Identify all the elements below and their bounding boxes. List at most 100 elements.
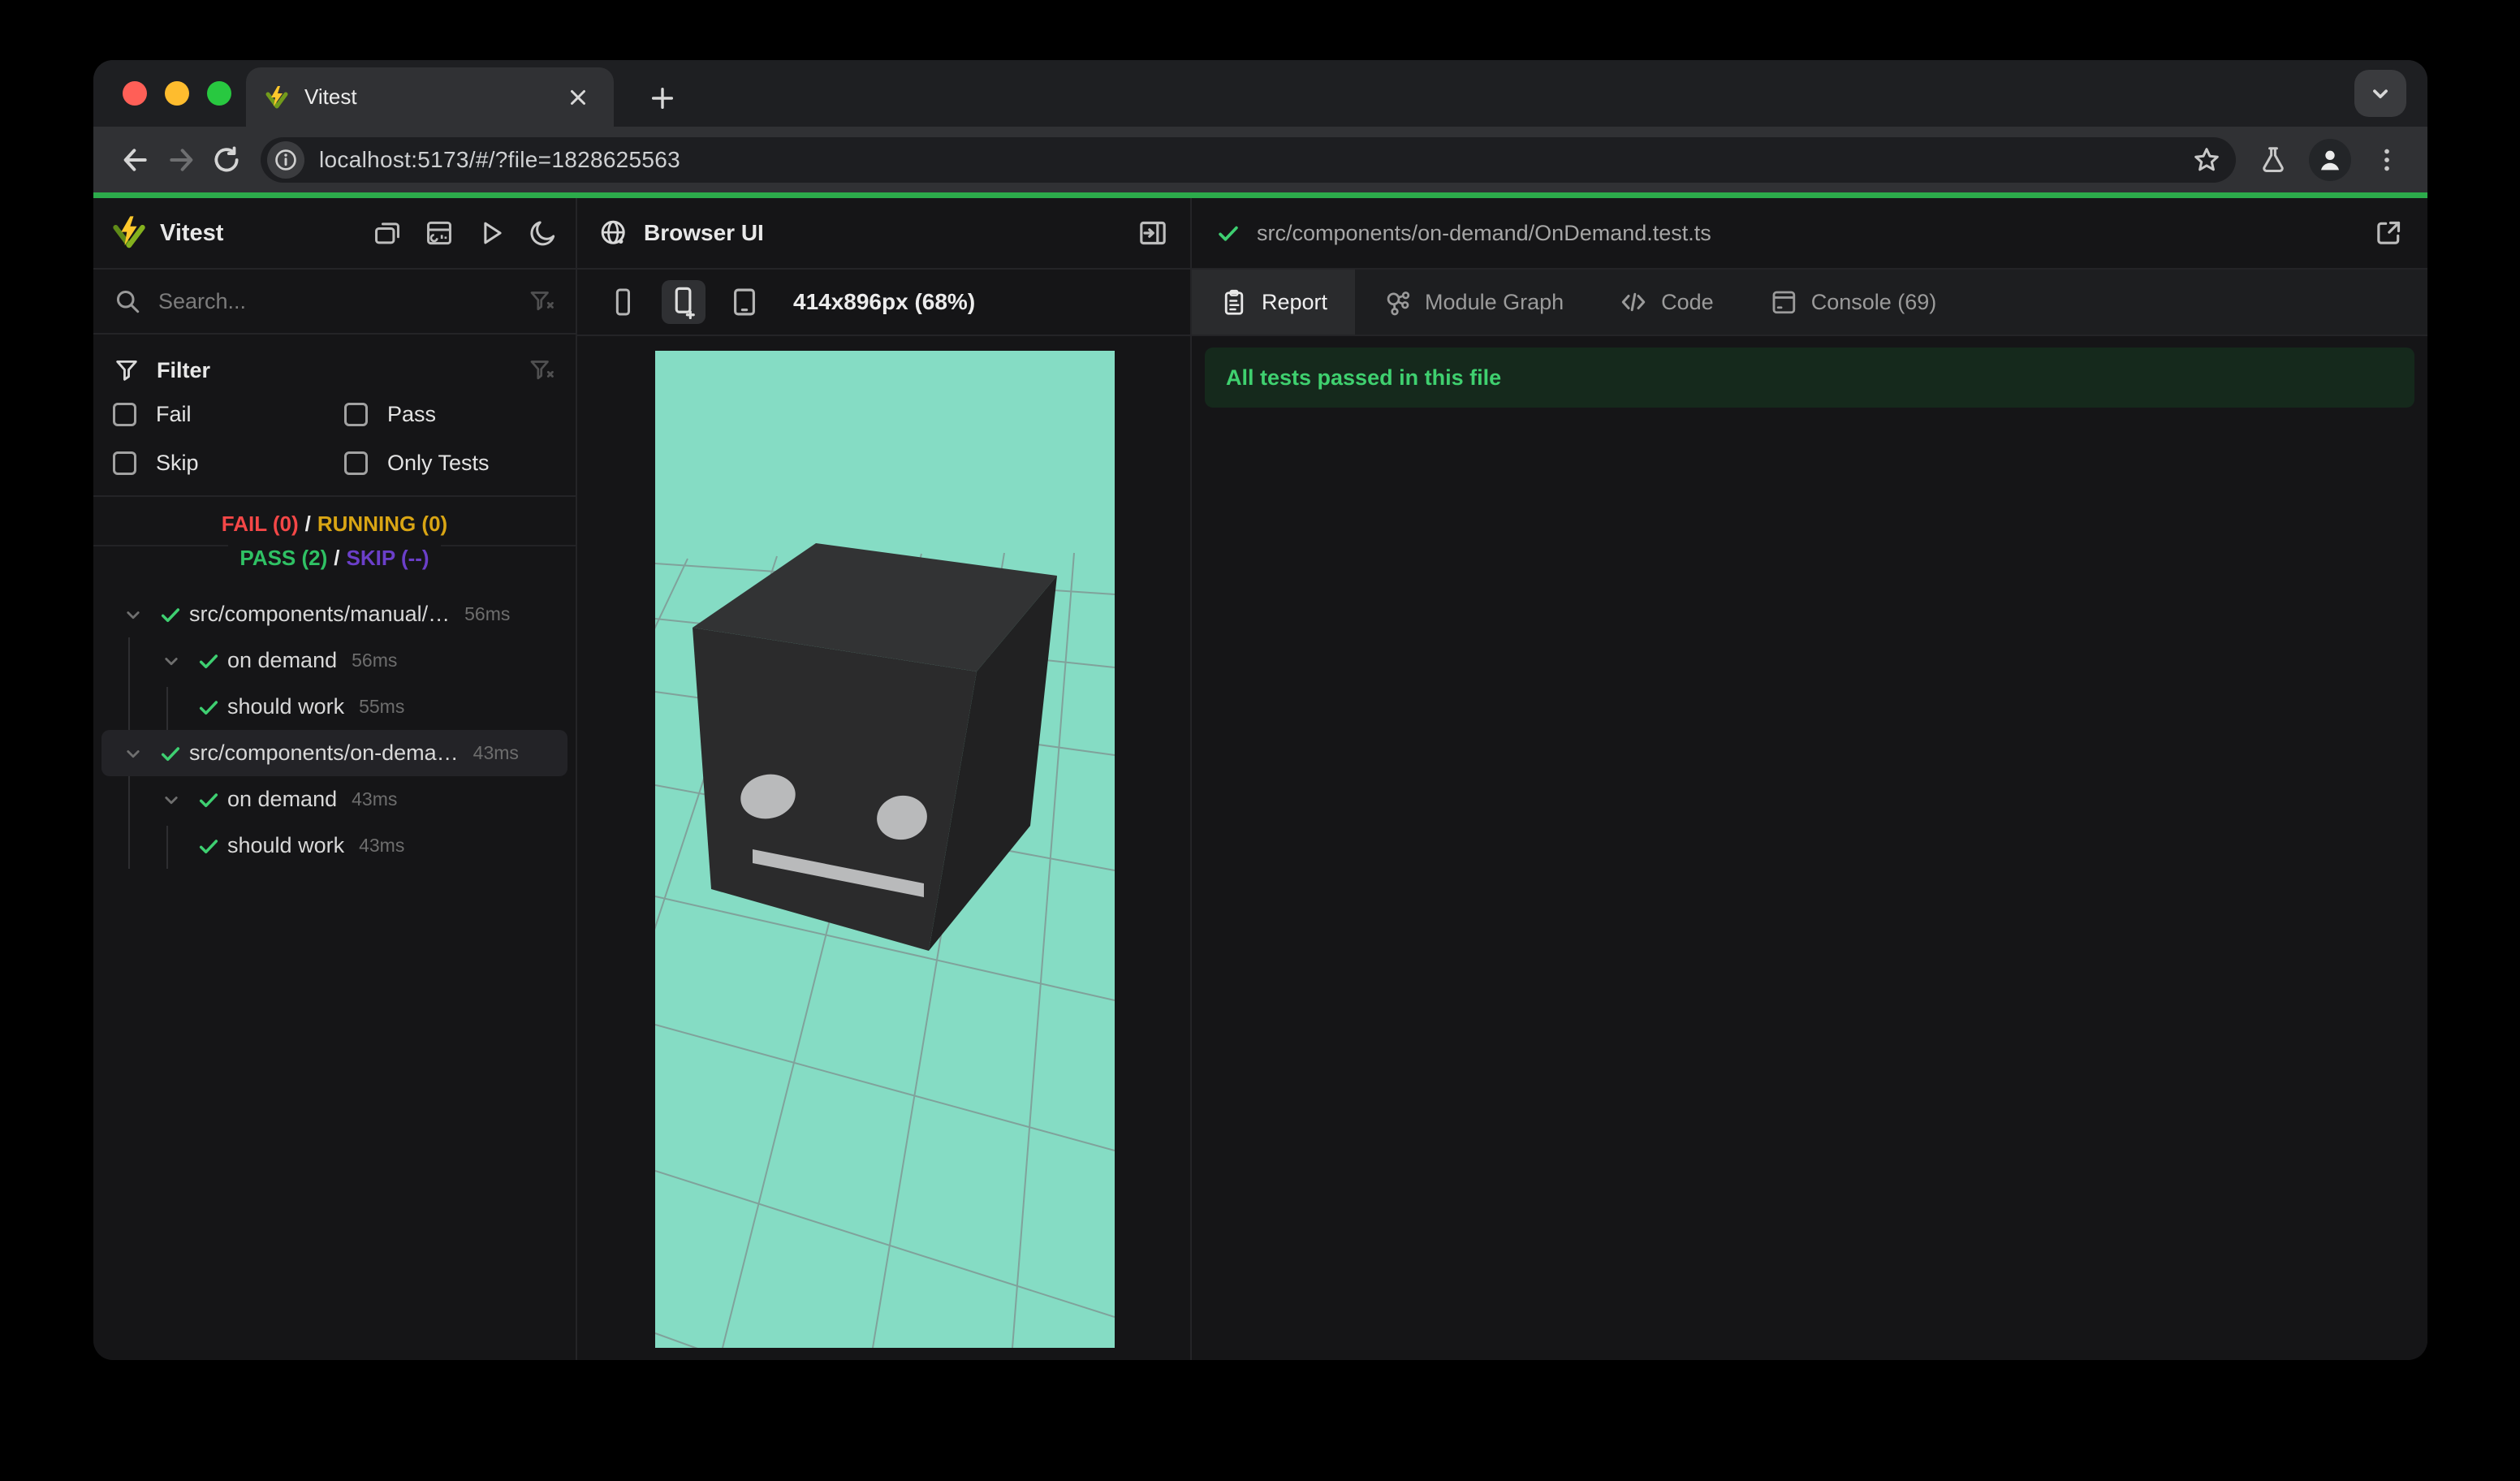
- minimize-window-button[interactable]: [165, 81, 189, 106]
- device-phone-icon[interactable]: [605, 284, 641, 320]
- menu-kebab-icon[interactable]: [2366, 139, 2408, 181]
- test-tree: src/components/manual/… 56ms on demand 5…: [93, 586, 576, 1360]
- clipboard-icon: [1219, 287, 1249, 317]
- browser-window: Vitest localhost:5173/#/?file=1828625563: [93, 60, 2427, 1360]
- test-duration: 43ms: [359, 835, 405, 856]
- tab-report[interactable]: Report: [1192, 270, 1356, 335]
- dashboard-icon[interactable]: [423, 217, 455, 249]
- console-icon: [1769, 287, 1798, 317]
- report-panel: src/components/on-demand/OnDemand.test.t…: [1192, 198, 2427, 1360]
- close-window-button[interactable]: [123, 81, 147, 106]
- pass-check-icon: [152, 737, 189, 770]
- device-phone-plus-selected[interactable]: [662, 280, 706, 324]
- checkbox-icon[interactable]: [344, 451, 368, 475]
- file-header: src/components/on-demand/OnDemand.test.t…: [1192, 198, 2427, 270]
- sidebar: Vitest Search... Filter Fail Pass Skip O…: [93, 198, 577, 1360]
- titlebar: Vitest: [93, 60, 2427, 127]
- filter-checkbox-pass[interactable]: Pass: [344, 390, 556, 438]
- tab-label: Console (69): [1810, 289, 1937, 314]
- dock-panel-right-icon[interactable]: [1137, 217, 1169, 249]
- filter-checkbox-only-tests[interactable]: Only Tests: [344, 438, 556, 487]
- url-text[interactable]: localhost:5173/#/?file=1828625563: [319, 147, 680, 173]
- tab-code[interactable]: Code: [1591, 270, 1741, 335]
- test-tree-row-file[interactable]: src/components/manual/… 56ms: [93, 591, 576, 637]
- browser-toolbar: localhost:5173/#/?file=1828625563: [93, 127, 2427, 192]
- test-label: src/components/on-dema…: [189, 740, 459, 765]
- chevron-down-icon[interactable]: [114, 598, 152, 631]
- filter-checkbox-fail[interactable]: Fail: [113, 390, 344, 438]
- vitest-app: Vitest Search... Filter Fail Pass Skip O…: [93, 198, 2427, 1360]
- chevron-down-icon[interactable]: [153, 784, 190, 816]
- test-duration: 56ms: [464, 603, 511, 624]
- filter-label: Skip: [156, 450, 199, 475]
- zoom-window-button[interactable]: [207, 81, 231, 106]
- sidebar-header: Vitest: [93, 198, 576, 270]
- indent-guide: [166, 687, 168, 730]
- clear-search-filter-icon[interactable]: [527, 287, 556, 316]
- skip-count: SKIP (--): [346, 546, 429, 570]
- file-path: src/components/on-demand/OnDemand.test.t…: [1257, 220, 1711, 245]
- open-external-icon[interactable]: [2372, 217, 2405, 249]
- profile-avatar[interactable]: [2309, 138, 2351, 181]
- test-duration: 55ms: [359, 696, 405, 717]
- filter-funnel-icon: [113, 356, 140, 384]
- indent-guide: [128, 637, 130, 730]
- chevron-down-icon[interactable]: [114, 737, 152, 770]
- code-icon: [1619, 287, 1648, 317]
- test-label: should work: [227, 694, 345, 719]
- preview-viewport-area: [577, 336, 1190, 1360]
- tab-search-chevron-button[interactable]: [2354, 70, 2406, 117]
- checkbox-icon[interactable]: [344, 402, 368, 426]
- indent-guide: [166, 826, 168, 869]
- fail-count: FAIL (0): [221, 512, 299, 536]
- tab-label: Code: [1661, 289, 1714, 314]
- test-tree-row-suite[interactable]: on demand 56ms: [93, 637, 576, 684]
- collapse-panels-icon[interactable]: [371, 217, 403, 249]
- chevron-down-icon[interactable]: [153, 645, 190, 677]
- browser-tab[interactable]: Vitest: [246, 67, 614, 127]
- pass-check-icon: [190, 830, 227, 862]
- filter-options: Fail Pass Skip Only Tests: [113, 390, 556, 487]
- device-tablet-icon[interactable]: [727, 284, 762, 320]
- window-controls: [123, 81, 231, 106]
- url-bar[interactable]: localhost:5173/#/?file=1828625563: [261, 136, 2236, 183]
- test-duration: 43ms: [352, 788, 398, 810]
- test-tree-row-suite[interactable]: on demand 43ms: [93, 776, 576, 823]
- panel-title: Browser UI: [644, 220, 764, 245]
- bookmark-star-icon[interactable]: [2186, 139, 2228, 181]
- indent-guide: [128, 776, 130, 869]
- pass-count: PASS (2): [239, 546, 328, 570]
- filter-checkbox-skip[interactable]: Skip: [113, 438, 344, 487]
- tab-module-graph[interactable]: Module Graph: [1355, 270, 1591, 335]
- tab-close-icon[interactable]: [560, 80, 596, 115]
- run-all-icon[interactable]: [475, 217, 507, 249]
- pass-check-icon: [152, 598, 189, 631]
- dark-mode-moon-icon[interactable]: [527, 217, 559, 249]
- checkbox-icon[interactable]: [113, 402, 136, 426]
- summary-separator: /: [334, 546, 340, 570]
- test-label: should work: [227, 833, 345, 857]
- summary-separator: /: [304, 512, 311, 536]
- new-tab-button[interactable]: [639, 75, 686, 122]
- search-row: [93, 270, 576, 335]
- site-info-icon[interactable]: [267, 140, 304, 179]
- viewport-size-label: 414x896px (68%): [793, 289, 976, 314]
- search-input[interactable]: [158, 288, 527, 314]
- test-label: on demand: [227, 787, 338, 811]
- browser-preview-scene[interactable]: [655, 351, 1115, 1348]
- tab-console[interactable]: Console (69): [1741, 270, 1965, 335]
- filter-label: Fail: [156, 401, 192, 426]
- checkbox-icon[interactable]: [113, 451, 136, 475]
- pass-check-icon: [1215, 219, 1242, 247]
- experiments-flask-icon[interactable]: [2252, 139, 2294, 181]
- test-tree-row-file-selected[interactable]: src/components/on-dema… 43ms: [101, 730, 567, 776]
- search-icon: [113, 287, 142, 316]
- filter-label: Pass: [387, 401, 437, 426]
- back-button[interactable]: [113, 137, 158, 183]
- test-duration: 56ms: [352, 650, 398, 671]
- clear-filter-icon[interactable]: [527, 356, 556, 385]
- toolbar-right-actions: [2252, 138, 2408, 181]
- reload-button[interactable]: [204, 137, 249, 183]
- report-tabbar: Report Module Graph Code Console (69): [1192, 270, 2427, 336]
- forward-button[interactable]: [158, 137, 204, 183]
